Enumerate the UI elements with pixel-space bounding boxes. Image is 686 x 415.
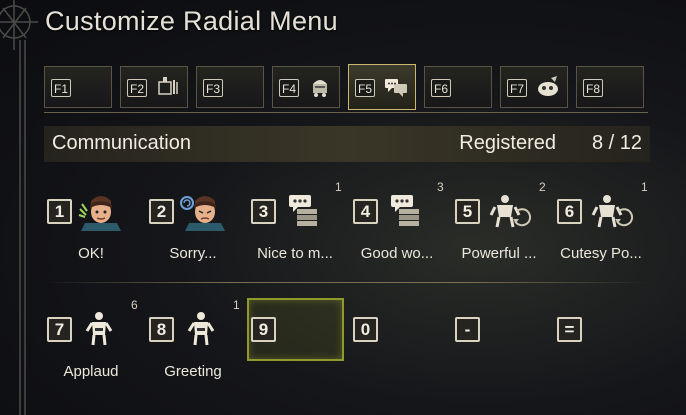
radial-slot-10[interactable]: 0 bbox=[353, 317, 453, 397]
hunter-sorry-icon bbox=[179, 191, 225, 231]
chat-bubble-icon bbox=[281, 191, 327, 231]
radial-slot-6[interactable]: 6 1 Cutesy Po... bbox=[557, 180, 657, 279]
slot-key: 9 bbox=[251, 317, 276, 342]
sticker-icon bbox=[535, 74, 561, 100]
registered-label: Registered bbox=[459, 132, 556, 154]
row-divider bbox=[44, 282, 650, 283]
tab-key-label: F5 bbox=[355, 79, 376, 97]
chat-icon bbox=[383, 74, 409, 100]
radial-slot-9[interactable]: 9 bbox=[251, 317, 351, 397]
registered-count: 8 / 12 bbox=[591, 132, 642, 154]
slot-key: 8 bbox=[149, 317, 174, 342]
slot-usage-count: 1 bbox=[335, 180, 342, 194]
radial-slot-4[interactable]: 4 3 Good wo... bbox=[353, 180, 453, 279]
chat-bubble-icon bbox=[383, 191, 429, 231]
slot-key: 7 bbox=[47, 317, 72, 342]
slot-key: 3 bbox=[251, 199, 276, 224]
slot-key: = bbox=[557, 317, 582, 342]
tab-f1[interactable]: F1 bbox=[44, 66, 112, 108]
slot-key: 1 bbox=[47, 199, 72, 224]
tab-underline bbox=[44, 112, 648, 113]
tab-key-label: F6 bbox=[431, 79, 452, 97]
category-title: Communication bbox=[52, 132, 191, 154]
slot-label: Greeting bbox=[164, 363, 222, 380]
item-icon bbox=[155, 74, 181, 100]
radial-slot-3[interactable]: 3 1 Nice to m... bbox=[251, 180, 351, 279]
tab-f3[interactable]: F3 bbox=[196, 66, 264, 108]
tab-f2[interactable]: F2 bbox=[120, 66, 188, 108]
radial-slot-8[interactable]: 8 1 Greeting bbox=[149, 298, 249, 397]
tab-f4[interactable]: F4 bbox=[272, 66, 340, 108]
slot-usage-count: 2 bbox=[539, 180, 546, 194]
slot-key: 5 bbox=[455, 199, 480, 224]
slot-key: 0 bbox=[353, 317, 378, 342]
gesture-figure-icon bbox=[179, 309, 225, 349]
slot-usage-count: 3 bbox=[437, 180, 444, 194]
tab-f7[interactable]: F7 bbox=[500, 66, 568, 108]
tab-key-label: F7 bbox=[507, 79, 528, 97]
slot-key: 4 bbox=[353, 199, 378, 224]
pose-icon bbox=[587, 191, 634, 231]
slot-usage-count: 1 bbox=[641, 180, 648, 194]
pose-icon bbox=[485, 191, 532, 231]
slot-key: 6 bbox=[557, 199, 582, 224]
hunter-ok-icon bbox=[77, 191, 123, 231]
slot-label: Powerful ... bbox=[461, 245, 537, 262]
tab-key-label: F1 bbox=[51, 79, 72, 97]
radial-slot-5[interactable]: 5 2 Powerful ... bbox=[455, 180, 555, 279]
radial-slot-11[interactable]: - bbox=[455, 317, 555, 397]
gesture-figure-icon bbox=[77, 309, 123, 349]
slot-key: 2 bbox=[149, 199, 174, 224]
tab-f6[interactable]: F6 bbox=[424, 66, 492, 108]
tab-f5[interactable]: F5 bbox=[348, 64, 416, 110]
slot-key: - bbox=[455, 317, 480, 342]
slot-label: Good wo... bbox=[360, 245, 434, 262]
slot-label: Nice to m... bbox=[257, 245, 333, 262]
tab-key-label: F3 bbox=[203, 79, 224, 97]
station-icon bbox=[307, 74, 333, 100]
tab-key-label: F2 bbox=[127, 79, 148, 97]
radial-slot-2[interactable]: 2 Sorry... bbox=[149, 196, 249, 279]
radial-slot-7[interactable]: 7 6 Applaud bbox=[47, 298, 147, 397]
slot-usage-count: 1 bbox=[233, 298, 240, 312]
slot-label: Sorry... bbox=[169, 245, 217, 262]
radial-slot-12[interactable]: = bbox=[557, 317, 657, 397]
slot-usage-count: 6 bbox=[131, 298, 138, 312]
tab-key-label: F8 bbox=[583, 79, 604, 97]
tab-key-label: F4 bbox=[279, 79, 300, 97]
tab-bar: F1 F2 F3 F4 F5 F6 F7 F8 bbox=[44, 64, 648, 112]
slot-label: Cutesy Po... bbox=[560, 245, 642, 262]
page-title: Customize Radial Menu bbox=[45, 6, 338, 36]
tab-f8[interactable]: F8 bbox=[576, 66, 644, 108]
frame-ornament bbox=[0, 0, 38, 415]
category-header: Communication Registered 8 / 12 bbox=[44, 126, 650, 162]
slot-label: OK! bbox=[78, 245, 104, 262]
slot-label: Applaud bbox=[63, 363, 119, 380]
radial-slot-1[interactable]: 1 OK! bbox=[47, 196, 147, 279]
